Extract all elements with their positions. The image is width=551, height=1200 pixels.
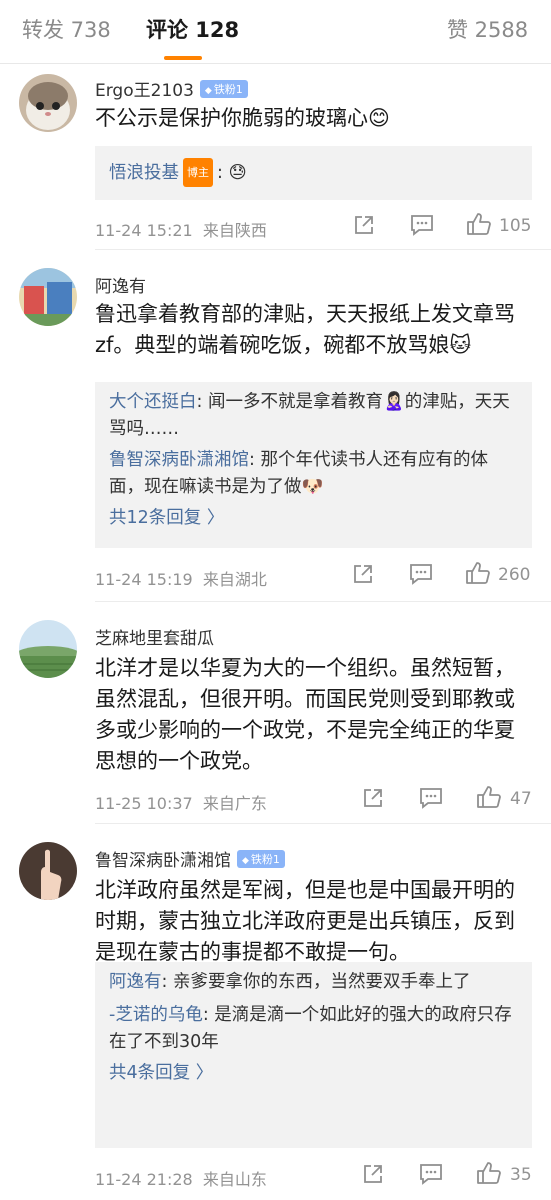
like-count: 35: [510, 1165, 532, 1185]
share-icon[interactable]: [362, 1163, 384, 1185]
reply-author[interactable]: -芝诺的乌龟: [109, 1005, 203, 1025]
avatar-colorful-image: [19, 268, 77, 326]
like-icon[interactable]: [476, 785, 502, 809]
like-count: 260: [498, 565, 531, 585]
reply-box[interactable]: 阿逸有: 亲爹要拿你的东西，当然要双手奉上了 -芝诺的乌龟: 是滴是滴一个如此好…: [95, 962, 532, 1148]
share-icon[interactable]: [362, 787, 384, 809]
timestamp: 11-25 10:37: [95, 794, 193, 813]
username-text[interactable]: Ergo王2103: [95, 81, 194, 101]
fan-badge-label: 铁粉1: [250, 853, 280, 866]
avatar-landscape-image: [19, 620, 77, 678]
tab-reposts[interactable]: 转发 738: [22, 14, 111, 44]
comment-text: 北洋才是以华夏为大的一个组织。虽然短暂，虽然混乱，但很开明。而国民党则受到耶教或…: [95, 656, 515, 773]
share-icon[interactable]: [353, 214, 375, 236]
username-text[interactable]: 芝麻地里套甜瓜: [95, 629, 214, 649]
avatar[interactable]: [19, 268, 77, 326]
comment-meta: 11-24 15:19 来自湖北: [95, 566, 267, 590]
comment-icon[interactable]: [409, 563, 433, 585]
host-badge: 博主: [183, 158, 213, 187]
reply-line[interactable]: 大个还挺白: 闻一多不就是拿着教育🙎🏻‍♀️的津贴，天天骂吗……: [109, 389, 518, 443]
username[interactable]: 阿逸有: [95, 272, 146, 297]
comment-meta: 11-24 15:21 来自陕西: [95, 217, 267, 241]
diamond-icon: ◆: [204, 86, 212, 96]
reply-author[interactable]: 阿逸有: [109, 972, 162, 992]
reply-text: : 亲爹要拿你的东西，当然要双手奉上了: [161, 972, 471, 992]
avatar[interactable]: [19, 74, 77, 132]
comment-item: Ergo王2103 ◆ 铁粉1 不公示是保护你脆弱的玻璃心😊 悟浪投基 博主: 😓 1…: [0, 64, 551, 250]
timestamp: 11-24 21:28: [95, 1170, 193, 1189]
location: 来自广东: [202, 794, 267, 813]
comment-icon[interactable]: [410, 214, 434, 236]
username[interactable]: 鲁智深病卧潇湘馆 ◆ 铁粉1: [95, 846, 285, 871]
location: 来自陕西: [202, 221, 267, 240]
reply-author[interactable]: 鲁智深病卧潇湘馆: [109, 450, 249, 470]
comment-icon[interactable]: [419, 787, 443, 809]
reply-box[interactable]: 悟浪投基 博主: 😓: [95, 146, 532, 200]
reply-line[interactable]: 悟浪投基 博主: 😓: [109, 158, 518, 187]
avatar-hand-image: [19, 842, 77, 900]
like-icon[interactable]: [466, 212, 492, 236]
comment-text: 不公示是保护你脆弱的玻璃心😊: [95, 106, 390, 130]
like-icon[interactable]: [465, 561, 491, 585]
reply-line[interactable]: 鲁智深病卧潇湘馆: 那个年代读书人还有应有的体面，现在嘛读书是为了做🐶: [109, 447, 518, 501]
avatar[interactable]: [19, 842, 77, 900]
like-icon[interactable]: [476, 1161, 502, 1185]
location: 来自湖北: [202, 570, 267, 589]
view-more-replies-link[interactable]: 共4条回复 〉: [109, 1060, 518, 1087]
tab-comments[interactable]: 评论 128: [146, 14, 239, 44]
avatar-cat-image: [19, 74, 77, 132]
avatar[interactable]: [19, 620, 77, 678]
share-icon[interactable]: [352, 563, 374, 585]
comment-item: 阿逸有 鲁迅拿着教育部的津贴，天天报纸上发文章骂zf。典型的端着碗吃饭，碗都不放…: [0, 250, 551, 602]
comment-meta: 11-25 10:37 来自广东: [95, 790, 267, 814]
reply-line[interactable]: 阿逸有: 亲爹要拿你的东西，当然要双手奉上了: [109, 969, 518, 996]
reply-box[interactable]: 大个还挺白: 闻一多不就是拿着教育🙎🏻‍♀️的津贴，天天骂吗…… 鲁智深病卧潇湘…: [95, 382, 532, 548]
comment-text: 北洋政府虽然是军阀，但是也是中国最开明的时期，蒙古独立北洋政府更是出兵镇压，反到…: [95, 878, 515, 964]
comment-item: 鲁智深病卧潇湘馆 ◆ 铁粉1 北洋政府虽然是军阀，但是也是中国最开明的时期，蒙古独立…: [0, 824, 551, 1200]
fan-badge: ◆ 铁粉1: [237, 850, 285, 868]
tab-bar: 转发 738 评论 128 赞 2588: [0, 0, 551, 64]
fan-badge: ◆ 铁粉1: [199, 80, 248, 98]
like-count: 47: [510, 789, 532, 809]
comment-text: 鲁迅拿着教育部的津贴，天天报纸上发文章骂zf。典型的端着碗吃饭，碗都不放骂娘🐱: [95, 302, 515, 357]
comment-icon[interactable]: [419, 1163, 443, 1185]
reply-author[interactable]: 悟浪投基: [109, 163, 179, 183]
username[interactable]: Ergo王2103 ◆ 铁粉1: [95, 76, 248, 101]
comment-item: 芝麻地里套甜瓜 北洋才是以华夏为大的一个组织。虽然短暂，虽然混乱，但很开明。而国…: [0, 602, 551, 824]
timestamp: 11-24 15:21: [95, 221, 193, 240]
timestamp: 11-24 15:19: [95, 570, 193, 589]
tab-likes[interactable]: 赞 2588: [447, 14, 528, 44]
fan-badge-label: 铁粉1: [213, 83, 243, 96]
reply-author[interactable]: 大个还挺白: [109, 392, 197, 412]
view-more-replies-link[interactable]: 共12条回复 〉: [109, 505, 518, 532]
active-tab-indicator: [164, 56, 202, 60]
username-text[interactable]: 阿逸有: [95, 277, 146, 297]
reply-text: : 😓: [217, 163, 247, 183]
username[interactable]: 芝麻地里套甜瓜: [95, 624, 214, 649]
comment-meta: 11-24 21:28 来自山东: [95, 1166, 267, 1190]
reply-line[interactable]: -芝诺的乌龟: 是滴是滴一个如此好的强大的政府只存在了不到30年: [109, 1002, 518, 1056]
diamond-icon: ◆: [242, 856, 249, 866]
like-count: 105: [499, 216, 532, 236]
location: 来自山东: [202, 1170, 267, 1189]
username-text[interactable]: 鲁智深病卧潇湘馆: [95, 851, 231, 871]
